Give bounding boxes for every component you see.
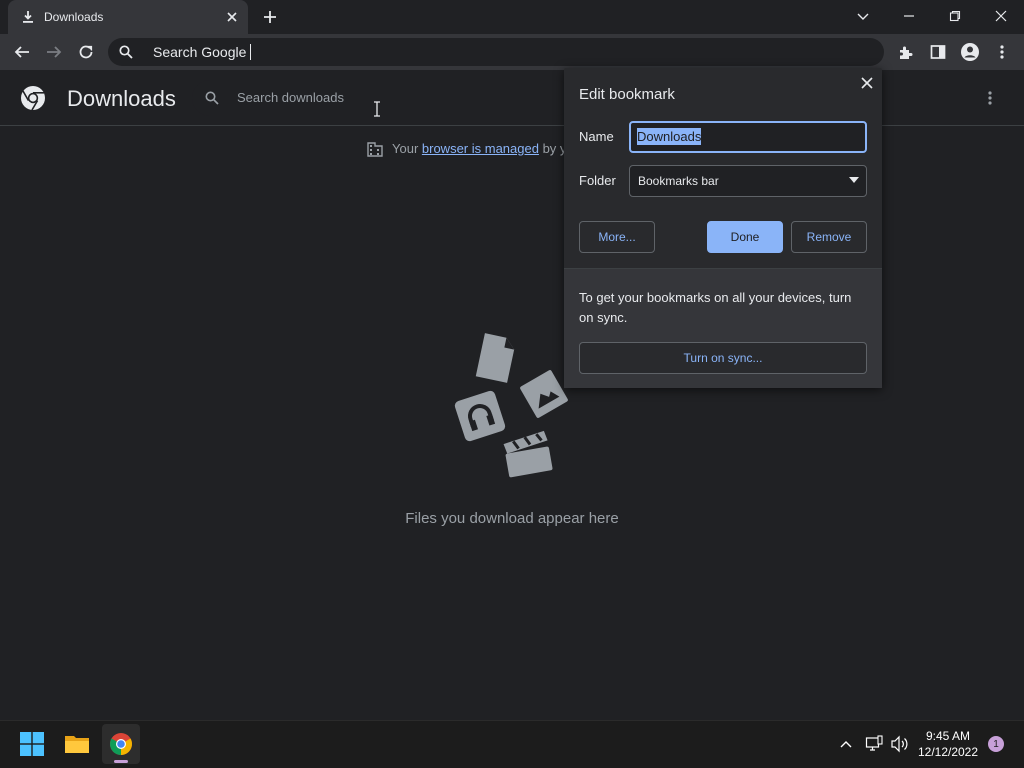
profile-icon[interactable]: [956, 38, 984, 66]
chrome-logo-icon: [20, 85, 46, 111]
bookmark-name-value[interactable]: Downloads: [637, 128, 702, 145]
done-button[interactable]: Done: [707, 221, 783, 253]
minimize-icon[interactable]: [886, 0, 932, 32]
notification-badge[interactable]: 1: [988, 736, 1004, 752]
file-explorer-icon[interactable]: [64, 732, 90, 756]
reload-icon[interactable]: [72, 38, 100, 66]
more-button[interactable]: More...: [579, 221, 655, 253]
managed-link[interactable]: browser is managed: [422, 141, 539, 156]
managed-notice: Your browser is managed by y: [392, 141, 566, 156]
downloads-illustration-icon: [448, 328, 578, 480]
text-caret: [250, 44, 251, 60]
side-panel-icon[interactable]: [924, 38, 952, 66]
remove-button[interactable]: Remove: [791, 221, 867, 253]
downloads-search-placeholder[interactable]: Search downloads: [237, 90, 344, 105]
new-tab-icon[interactable]: [261, 8, 279, 26]
windows-start-icon[interactable]: [20, 732, 44, 756]
empty-state-message: Files you download appear here: [405, 510, 619, 527]
sync-promo-text: To get your bookmarks on all your device…: [579, 290, 852, 325]
text-cursor-icon: [372, 101, 382, 117]
volume-icon[interactable]: [890, 735, 910, 753]
taskbar-time[interactable]: 9:45 AM: [914, 729, 982, 743]
chevron-up-icon[interactable]: [838, 736, 854, 752]
managed-suffix: by y: [538, 141, 567, 156]
turn-on-sync-button[interactable]: Turn on sync...: [579, 342, 867, 374]
dropdown-arrow-icon: [849, 177, 859, 183]
page-menu-icon[interactable]: [982, 89, 998, 107]
active-app-indicator: [114, 760, 128, 763]
name-label: Name: [579, 129, 614, 144]
search-icon: [204, 90, 220, 106]
managed-prefix: Your: [392, 141, 422, 156]
close-icon[interactable]: [858, 74, 876, 92]
dialog-title: Edit bookmark: [579, 86, 675, 103]
download-icon: [20, 9, 36, 25]
search-icon: [118, 44, 134, 60]
close-window-icon[interactable]: [978, 0, 1024, 32]
folder-select-value[interactable]: Bookmarks bar: [638, 174, 719, 188]
tab-close-icon[interactable]: [224, 9, 240, 25]
taskbar-date[interactable]: 12/12/2022: [914, 745, 982, 759]
forward-icon[interactable]: [40, 38, 68, 66]
omnibox-text[interactable]: Search Google: [153, 44, 246, 60]
building-icon: [366, 140, 384, 158]
extensions-icon[interactable]: [892, 38, 920, 66]
chrome-menu-icon[interactable]: [988, 38, 1016, 66]
page-title: Downloads: [67, 86, 176, 111]
chrome-icon: [109, 732, 133, 756]
tab-search-icon[interactable]: [840, 0, 886, 32]
folder-label: Folder: [579, 173, 616, 188]
back-icon[interactable]: [8, 38, 36, 66]
network-icon[interactable]: [865, 735, 883, 753]
tab-title: Downloads: [44, 10, 104, 24]
restore-icon[interactable]: [932, 0, 978, 32]
